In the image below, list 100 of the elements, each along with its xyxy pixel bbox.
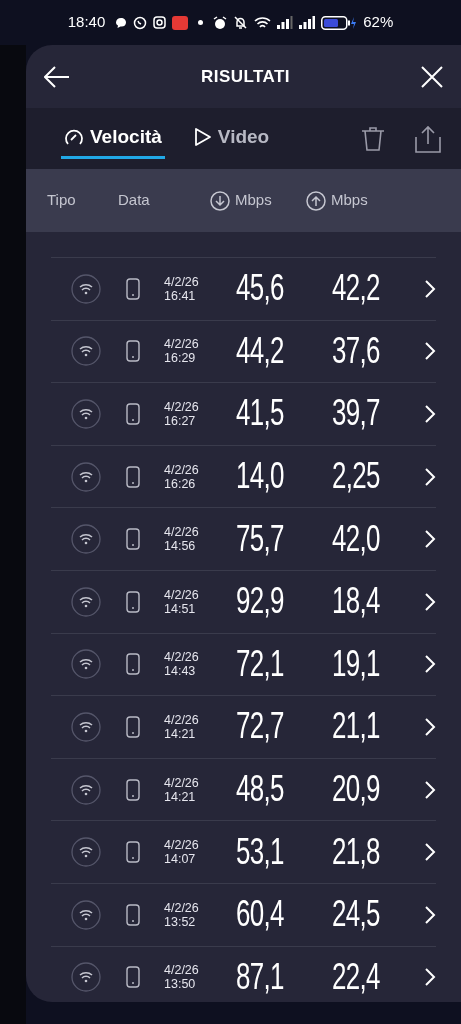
column-header: Mbps	[331, 190, 368, 211]
upload-speed: 18,4	[332, 583, 380, 620]
upload-speed: 24,5	[332, 896, 380, 933]
test-date: 4/2/26	[164, 525, 200, 540]
test-time: 14:51	[164, 601, 197, 616]
test-time: 14:21	[164, 789, 197, 804]
download-speed: 41,5	[236, 395, 284, 432]
upload-speed: 42,0	[332, 520, 380, 557]
test-date: 4/2/26	[164, 650, 200, 665]
upload-speed: 19,1	[332, 645, 380, 682]
upload-speed: 39,7	[332, 395, 380, 432]
chevron-right-icon[interactable]	[425, 279, 436, 298]
wifi-badge-icon	[71, 399, 101, 429]
test-date: 4/2/26	[164, 462, 200, 477]
wifi-badge-icon	[71, 837, 101, 868]
test-date: 4/2/26	[164, 274, 200, 289]
chevron-right-icon[interactable]	[425, 405, 436, 423]
download-speed: 44,2	[236, 332, 284, 369]
test-time: 14:07	[164, 852, 197, 867]
smartphone-icon	[126, 340, 140, 363]
download-speed: 75,7	[236, 520, 284, 557]
play-icon	[193, 127, 212, 147]
smartphone-icon	[126, 528, 140, 551]
download-speed: 60,4	[236, 896, 284, 933]
download-speed: 72,1	[236, 645, 284, 682]
smartphone-icon	[126, 277, 140, 300]
download-speed: 87,1	[236, 958, 284, 995]
upload-speed: 42,2	[332, 270, 380, 307]
dot-icon	[198, 20, 204, 25]
smartphone-icon	[126, 653, 140, 676]
wifi-badge-icon	[71, 711, 101, 742]
smartphone-icon	[126, 590, 140, 613]
test-time: 14:43	[164, 664, 197, 679]
battery-percent: 62%	[363, 12, 394, 33]
test-date: 4/2/26	[164, 963, 200, 978]
chevron-right-icon[interactable]	[425, 717, 436, 736]
download-icon	[210, 190, 230, 211]
upload-speed: 21,1	[332, 708, 380, 745]
download-speed: 53,1	[236, 833, 284, 870]
wifi-icon	[254, 15, 272, 30]
chevron-right-icon[interactable]	[425, 843, 436, 862]
chevron-right-icon[interactable]	[425, 968, 436, 987]
upload-speed: 2,25	[332, 458, 380, 495]
wifi-badge-icon	[71, 461, 101, 492]
download-speed: 48,5	[236, 771, 284, 808]
wifi-badge-icon	[71, 336, 101, 367]
download-speed: 72,7	[236, 708, 284, 745]
wifi-badge-icon	[71, 649, 101, 680]
test-time: 16:29	[164, 351, 197, 366]
test-time: 16:26	[164, 476, 197, 491]
test-date: 4/2/26	[164, 900, 200, 915]
upload-speed: 22,4	[332, 958, 380, 995]
smartphone-icon	[126, 403, 140, 425]
battery-icon	[321, 15, 358, 30]
status-time: 18:40	[67, 12, 106, 33]
upload-speed: 37,6	[332, 332, 380, 369]
smartphone-icon	[126, 715, 140, 738]
upload-speed: 21,8	[332, 833, 380, 870]
upload-speed: 20,9	[332, 771, 380, 808]
download-speed: 14,0	[236, 458, 284, 495]
chevron-right-icon[interactable]	[425, 655, 436, 674]
chevron-right-icon[interactable]	[425, 592, 436, 611]
chevron-right-icon[interactable]	[425, 905, 436, 924]
chevron-right-icon[interactable]	[425, 780, 436, 799]
test-date: 4/2/26	[164, 337, 200, 352]
gauge-icon	[64, 128, 84, 146]
smartphone-icon	[126, 903, 140, 926]
share-icon[interactable]	[415, 124, 441, 153]
screen-title: RISULTATI	[201, 65, 290, 88]
download-speed: 45,6	[236, 270, 284, 307]
alarm-icon	[213, 15, 228, 30]
test-time: 13:52	[164, 914, 197, 929]
trash-icon[interactable]	[361, 125, 385, 152]
wifi-badge-icon	[71, 899, 101, 930]
wifi-badge-icon	[71, 524, 101, 555]
smartphone-icon	[126, 465, 140, 488]
chevron-right-icon[interactable]	[425, 530, 436, 549]
alert-icon	[172, 15, 189, 30]
wifi-badge-icon	[71, 586, 101, 617]
camera-icon	[153, 16, 167, 29]
test-date: 4/2/26	[164, 838, 200, 853]
test-time: 13:50	[164, 977, 197, 992]
close-icon[interactable]	[421, 65, 443, 88]
test-time: 16:41	[164, 288, 197, 303]
tab[interactable]: Velocità	[61, 118, 165, 159]
column-header: Data	[118, 190, 150, 211]
upload-icon	[306, 190, 326, 211]
chevron-right-icon[interactable]	[425, 467, 436, 486]
wifi-badge-icon	[71, 273, 101, 304]
wifi-badge-icon	[71, 962, 101, 993]
test-date: 4/2/26	[164, 400, 200, 414]
signal-icon	[277, 16, 294, 29]
back-arrow-icon[interactable]	[44, 65, 70, 88]
test-time: 16:27	[164, 414, 197, 428]
tab[interactable]: Video	[190, 118, 273, 159]
smartphone-icon	[126, 966, 140, 989]
chat-icon	[115, 16, 128, 29]
smartphone-icon	[126, 841, 140, 864]
chevron-right-icon[interactable]	[425, 342, 436, 361]
smartphone-icon	[126, 778, 140, 801]
